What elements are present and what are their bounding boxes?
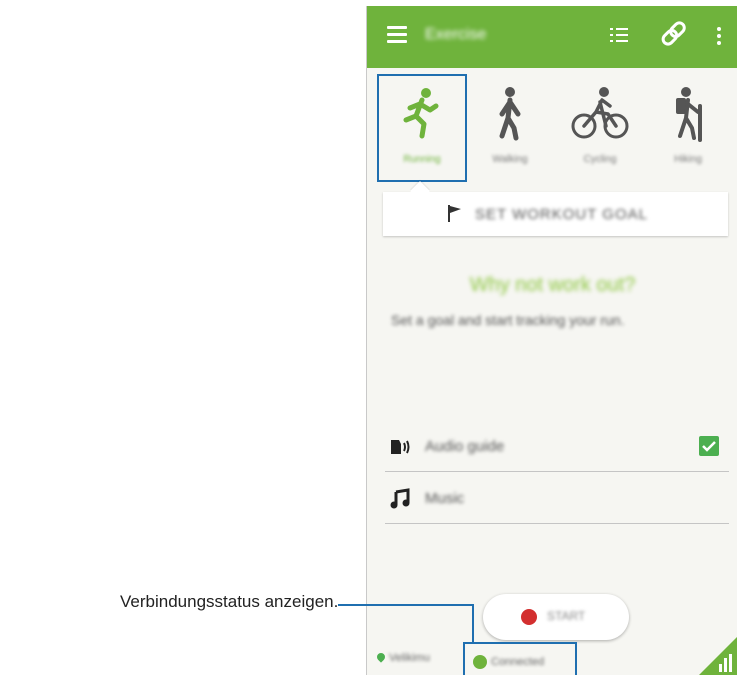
cycling-icon: [571, 87, 629, 139]
walking-icon: [499, 87, 521, 141]
record-icon: [521, 609, 537, 625]
audio-guide-checkbox[interactable]: [699, 436, 719, 456]
prompt-heading: Why not work out?: [469, 274, 636, 296]
divider: [385, 471, 729, 472]
callout-leader-line: [338, 604, 474, 606]
hiking-icon: [676, 87, 702, 142]
connection-status[interactable]: Connected: [463, 642, 577, 675]
set-workout-goal-button[interactable]: SET WORKOUT GOAL: [383, 181, 728, 236]
music-row[interactable]: Music: [385, 474, 729, 524]
tab-label: Cycling: [583, 154, 617, 165]
bar-chart-icon: [719, 652, 735, 672]
callout-leader-line: [472, 604, 474, 642]
flag-icon: [448, 205, 461, 222]
link-icon[interactable]: 🔗: [660, 22, 687, 46]
tab-walking[interactable]: Walking: [467, 76, 553, 180]
app-bar: Exercise 🔗: [367, 6, 737, 68]
list-icon[interactable]: [610, 28, 628, 42]
tab-hiking[interactable]: Hiking: [645, 76, 731, 180]
audio-guide-row[interactable]: Audio guide: [385, 422, 729, 472]
start-button[interactable]: START: [483, 594, 629, 640]
exercise-type-tabs: Running Walking Cycling Hiking: [367, 68, 737, 182]
tab-label: Running: [403, 154, 441, 165]
tab-running[interactable]: Running: [377, 74, 467, 182]
prompt-subtext: Set a goal and start tracking your run.: [391, 312, 625, 328]
connection-label: Connected: [491, 656, 545, 668]
menu-icon[interactable]: [387, 26, 407, 43]
start-label: START: [547, 609, 586, 623]
connection-link-icon: [473, 655, 487, 669]
tab-label: Walking: [492, 154, 528, 165]
callout-label: Verbindungsstatus anzeigen.: [120, 592, 339, 611]
card-pointer: [410, 181, 430, 201]
goal-label: SET WORKOUT GOAL: [475, 206, 648, 223]
running-icon: [403, 88, 439, 139]
divider: [385, 523, 729, 524]
audio-guide-icon: [391, 440, 410, 454]
more-options-icon[interactable]: [717, 27, 721, 45]
location-pin-icon: [375, 651, 387, 663]
location-status: Velikimu: [375, 651, 430, 664]
music-label: Music: [425, 490, 465, 507]
app-title: Exercise: [425, 26, 487, 43]
check-icon: [702, 441, 716, 452]
audio-guide-label: Audio guide: [425, 438, 505, 455]
tab-label: Hiking: [674, 154, 702, 165]
tab-cycling[interactable]: Cycling: [557, 76, 643, 180]
phone-screen: Exercise 🔗 Running Walking Cycling Hikin…: [366, 6, 737, 675]
music-icon: [390, 488, 410, 509]
location-label: Velikimu: [389, 652, 430, 664]
